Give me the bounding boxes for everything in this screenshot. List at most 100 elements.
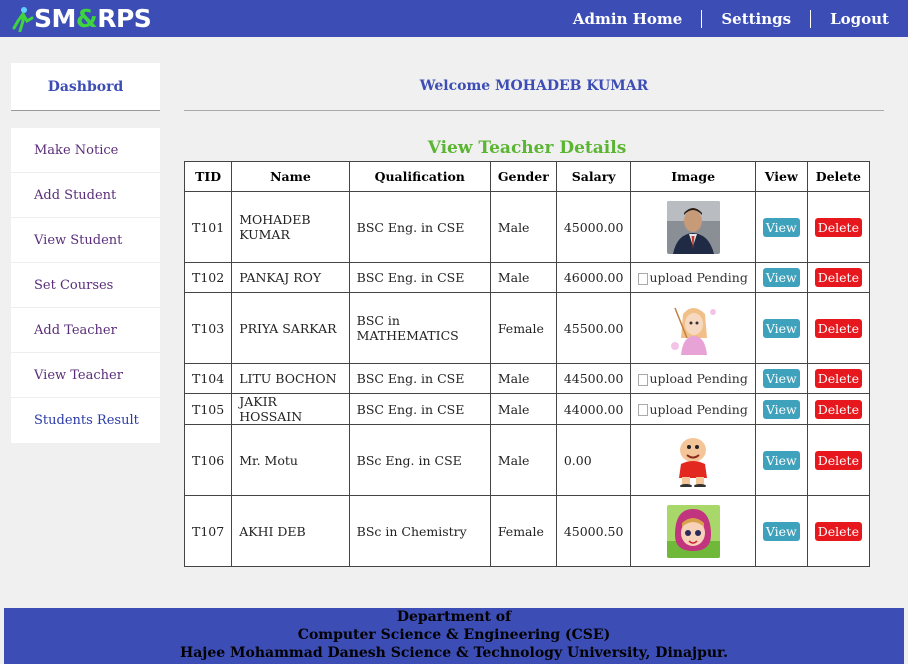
delete-button[interactable]: Delete [814, 217, 862, 237]
view-button[interactable]: View [762, 268, 800, 287]
sidebar-item-make-notice[interactable]: Make Notice [11, 128, 160, 173]
cell-qualification: BSC Eng. in CSE [348, 363, 491, 394]
teacher-photo [666, 504, 720, 558]
cell-image: upload Pending [630, 363, 756, 394]
cell-name: Mr. Motu [231, 424, 350, 496]
cell-qualification: BSC in MATHEMATICS [348, 292, 491, 364]
cell-image [630, 424, 756, 496]
cell-tid: T106 [183, 424, 233, 496]
view-button[interactable]: View [762, 369, 800, 388]
sidebar-header[interactable]: Dashbord [11, 63, 160, 111]
view-button[interactable]: View [762, 450, 800, 470]
sidebar: Make Notice Add Student View Student Set… [11, 128, 160, 443]
nav-admin-home[interactable]: Admin Home [554, 10, 701, 28]
teacher-photo [666, 301, 720, 355]
cell-qualification: BSc in Chemistry [348, 495, 491, 567]
table-row: T105 JAKIR HOSSAIN BSC Eng. in CSE Male … [183, 393, 871, 425]
logo-figure-icon [12, 6, 34, 32]
cell-salary: 45000.00 [555, 191, 632, 263]
broken-image-icon [638, 404, 649, 416]
top-nav: Admin Home Settings Logout [554, 0, 908, 37]
footer-line-3: Hajee Mohammad Danesh Science & Technolo… [179, 645, 729, 661]
col-view: View [754, 161, 808, 192]
broken-image-icon [638, 272, 649, 285]
logo-text: SM&RPS [34, 4, 152, 33]
cell-gender: Male [489, 363, 557, 394]
footer-line-2: Computer Science & Engineering (CSE) [297, 627, 611, 643]
delete-button[interactable]: Delete [814, 399, 862, 419]
sidebar-item-students-result[interactable]: Students Result [11, 398, 160, 443]
view-button[interactable]: View [762, 521, 800, 541]
cell-gender: Male [489, 424, 557, 496]
cell-view: View [754, 393, 808, 425]
delete-button[interactable]: Delete [814, 450, 862, 470]
welcome-message: Welcome MOHADEB KUMAR [419, 78, 649, 94]
delete-button[interactable]: Delete [814, 318, 862, 338]
cell-name: PRIYA SARKAR [231, 292, 350, 364]
sidebar-item-add-student[interactable]: Add Student [11, 173, 160, 218]
image-pending: upload Pending [638, 270, 748, 285]
cell-view: View [754, 292, 808, 364]
cell-salary: 45500.00 [555, 292, 632, 364]
footer: Department of Computer Science & Enginee… [4, 608, 904, 664]
sidebar-item-set-courses[interactable]: Set Courses [11, 263, 160, 308]
divider [184, 110, 884, 111]
cell-qualification: BSC Eng. in CSE [348, 262, 491, 293]
delete-button[interactable]: Delete [814, 268, 862, 287]
delete-button[interactable]: Delete [814, 521, 862, 541]
cell-view: View [754, 363, 808, 394]
cell-delete: Delete [806, 363, 871, 394]
col-qualification: Qualification [348, 161, 491, 192]
table-header-row: TID Name Qualification Gender Salary Ima… [183, 161, 871, 192]
cell-delete: Delete [806, 393, 871, 425]
cell-salary: 44000.00 [555, 393, 632, 425]
cell-delete: Delete [806, 262, 871, 293]
nav-logout[interactable]: Logout [810, 9, 908, 28]
cell-tid: T101 [183, 191, 233, 263]
cell-delete: Delete [806, 191, 871, 263]
logo[interactable]: SM&RPS [12, 2, 152, 35]
view-button[interactable]: View [762, 318, 800, 338]
cell-qualification: BSC Eng. in CSE [348, 191, 491, 263]
sidebar-item-add-teacher[interactable]: Add Teacher [11, 308, 160, 353]
table-row: T107 AKHI DEB BSc in Chemistry Female 45… [183, 495, 871, 567]
sidebar-item-view-student[interactable]: View Student [11, 218, 160, 263]
cell-tid: T104 [183, 363, 233, 394]
cell-gender: Male [489, 191, 557, 263]
col-name: Name [231, 161, 350, 192]
cell-salary: 44500.00 [555, 363, 632, 394]
cell-view: View [754, 262, 808, 293]
teacher-photo [666, 433, 720, 487]
cell-tid: T103 [183, 292, 233, 364]
broken-image-icon [638, 373, 649, 386]
cell-gender: Female [489, 495, 557, 567]
cell-name: MOHADEB KUMAR [231, 191, 350, 263]
cell-name: AKHI DEB [231, 495, 350, 567]
col-delete: Delete [806, 161, 871, 192]
table-row: T103 PRIYA SARKAR BSC in MATHEMATICS Fem… [183, 292, 871, 364]
sidebar-item-view-teacher[interactable]: View Teacher [11, 353, 160, 398]
cell-gender: Male [489, 393, 557, 425]
view-button[interactable]: View [762, 399, 800, 419]
delete-button[interactable]: Delete [814, 369, 862, 388]
cell-image [630, 292, 756, 364]
table-row: T102 PANKAJ ROY BSC Eng. in CSE Male 460… [183, 262, 871, 293]
nav-settings[interactable]: Settings [701, 9, 810, 28]
page-title: View Teacher Details [427, 138, 627, 158]
table-row: T104 LITU BOCHON BSC Eng. in CSE Male 44… [183, 363, 871, 394]
table-row: T101 MOHADEB KUMAR BSC Eng. in CSE Male … [183, 191, 871, 263]
cell-qualification: BSc Eng. in CSE [348, 424, 491, 496]
cell-delete: Delete [806, 495, 871, 567]
cell-gender: Male [489, 262, 557, 293]
cell-image [630, 495, 756, 567]
col-tid: TID [183, 161, 233, 192]
top-navbar: SM&RPS Admin Home Settings Logout [0, 0, 908, 37]
cell-name: PANKAJ ROY [231, 262, 350, 293]
view-button[interactable]: View [762, 217, 800, 237]
image-pending: upload Pending [638, 371, 748, 386]
cell-image: upload Pending [630, 262, 756, 293]
cell-view: View [754, 191, 808, 263]
cell-view: View [754, 424, 808, 496]
cell-name: LITU BOCHON [231, 363, 350, 394]
cell-tid: T107 [183, 495, 233, 567]
